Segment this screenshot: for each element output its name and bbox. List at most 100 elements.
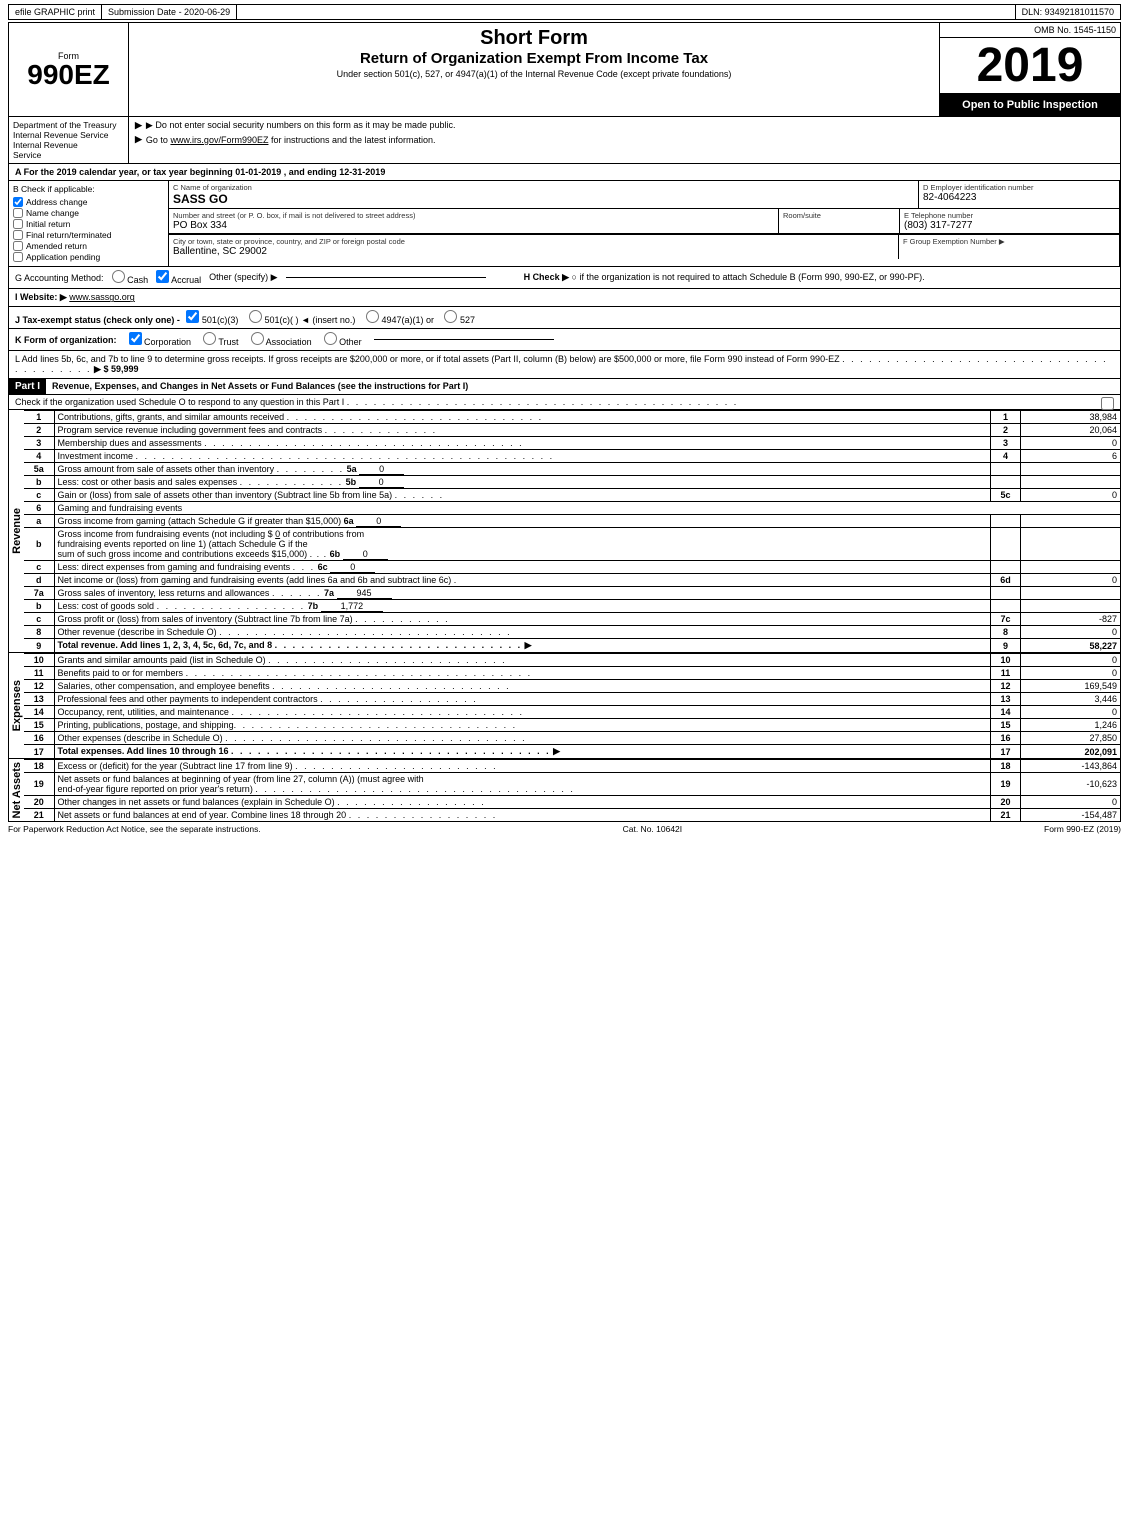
line-10-ref: 10: [991, 654, 1021, 667]
final-return-checkbox[interactable]: [13, 230, 23, 240]
line-5c-ref: 5c: [991, 489, 1021, 502]
line-7b-value: [1021, 600, 1121, 613]
line-15-value: 1,246: [1021, 719, 1121, 732]
line-11-desc: Benefits paid to or for members . . . . …: [54, 667, 991, 680]
line-4-desc: Investment income . . . . . . . . . . . …: [54, 450, 991, 463]
line-13-desc: Professional fees and other payments to …: [54, 693, 991, 706]
line-21-ref: 21: [991, 809, 1021, 822]
line-14-value: 0: [1021, 706, 1121, 719]
line-8-row: 8 Other revenue (describe in Schedule O)…: [24, 626, 1121, 639]
line-6d-num: d: [24, 574, 54, 587]
line-7c-value: -827: [1021, 613, 1121, 626]
address-change-label: Address change: [26, 197, 87, 207]
line-15-desc: Printing, publications, postage, and shi…: [54, 719, 991, 732]
instructions-row: Department of the Treasury Internal Reve…: [8, 117, 1121, 164]
line-6b-value: [1021, 528, 1121, 561]
revenue-section: Revenue 1 Contributions, gifts, grants, …: [8, 410, 1121, 653]
line-2-num: 2: [24, 424, 54, 437]
amended-return-item: Amended return: [13, 241, 164, 251]
line-6d-value: 0: [1021, 574, 1121, 587]
other-specify: Other (specify) ▶: [209, 272, 277, 283]
association-option: Association: [251, 332, 312, 347]
line-20-row: 20 Other changes in net assets or fund b…: [24, 796, 1121, 809]
tax-501c-radio[interactable]: [249, 310, 262, 323]
line-11-row: 11 Benefits paid to or for members . . .…: [24, 667, 1121, 680]
under-section: Under section 501(c), 527, or 4947(a)(1)…: [133, 69, 935, 79]
line-1-num: 1: [24, 411, 54, 424]
section-b-label: B Check if applicable:: [13, 184, 164, 194]
l-amount: $ 59,999: [103, 364, 138, 374]
line-3-num: 3: [24, 437, 54, 450]
line-8-desc: Other revenue (describe in Schedule O) .…: [54, 626, 991, 639]
other-radio[interactable]: [324, 332, 337, 345]
address-change-item: Address change: [13, 197, 164, 207]
e-label: E Telephone number: [904, 211, 1115, 220]
line-16-row: 16 Other expenses (describe in Schedule …: [24, 732, 1121, 745]
line-3-value: 0: [1021, 437, 1121, 450]
org-address-row: Number and street (or P. O. box, if mail…: [169, 209, 1119, 234]
footer-paperwork: For Paperwork Reduction Act Notice, see …: [8, 824, 261, 834]
line-10-desc: Grants and similar amounts paid (list in…: [54, 654, 991, 667]
line-9-value: 58,227: [1021, 639, 1121, 653]
line-11-value: 0: [1021, 667, 1121, 680]
year-box: 2019: [940, 38, 1120, 94]
line-16-num: 16: [24, 732, 54, 745]
website-row: I Website: ▶ www.sassgo.org: [8, 289, 1121, 307]
form-org-row: K Form of organization: Corporation Trus…: [8, 329, 1121, 351]
form-number-box: Form 990EZ: [9, 23, 129, 116]
line-12-value: 169,549: [1021, 680, 1121, 693]
association-radio[interactable]: [251, 332, 264, 345]
line-7a-row: 7a Gross sales of inventory, less return…: [24, 587, 1121, 600]
line-6b-row: b Gross income from fundraising events (…: [24, 528, 1121, 561]
org-info-top: C Name of organization SASS GO D Employe…: [169, 181, 1119, 209]
line-18-desc: Excess or (deficit) for the year (Subtra…: [54, 760, 991, 773]
line-6-num: 6: [24, 502, 54, 515]
address-change-checkbox[interactable]: [13, 197, 23, 207]
line-4-num: 4: [24, 450, 54, 463]
cash-option: Cash: [112, 270, 149, 285]
line-5b-row: b Less: cost or other basis and sales ex…: [24, 476, 1121, 489]
expenses-table: 10 Grants and similar amounts paid (list…: [24, 653, 1121, 759]
name-change-checkbox[interactable]: [13, 208, 23, 218]
omb-box: OMB No. 1545-1150: [940, 23, 1120, 38]
line-2-ref: 2: [991, 424, 1021, 437]
footer-formref: Form 990-EZ (2019): [1044, 824, 1121, 834]
line-1-row: 1 Contributions, gifts, grants, and simi…: [24, 411, 1121, 424]
line-12-num: 12: [24, 680, 54, 693]
section-a-text: A For the 2019 calendar year, or tax yea…: [15, 167, 385, 177]
line-19-desc: Net assets or fund balances at beginning…: [54, 773, 991, 796]
dept-line1: Department of the Treasury: [13, 120, 124, 130]
part-i-header-row: Part I Revenue, Expenses, and Changes in…: [8, 379, 1121, 395]
line-18-ref: 18: [991, 760, 1021, 773]
application-pending-checkbox[interactable]: [13, 252, 23, 262]
line-6b-desc: Gross income from fundraising events (no…: [54, 528, 991, 561]
initial-return-checkbox[interactable]: [13, 219, 23, 229]
trust-radio[interactable]: [203, 332, 216, 345]
line-2-value: 20,064: [1021, 424, 1121, 437]
line-1-ref: 1: [991, 411, 1021, 424]
line-6a-value: [1021, 515, 1121, 528]
line-12-row: 12 Salaries, other compensation, and emp…: [24, 680, 1121, 693]
line-21-row: 21 Net assets or fund balances at end of…: [24, 809, 1121, 822]
name-change-label: Name change: [26, 208, 79, 218]
line-11-num: 11: [24, 667, 54, 680]
schedule-o-checkbox[interactable]: [1101, 397, 1114, 410]
other-input: [374, 339, 554, 340]
net-assets-side-label: Net Assets: [8, 759, 24, 822]
accrual-checkbox[interactable]: [156, 270, 169, 283]
address-box: Number and street (or P. O. box, if mail…: [169, 209, 779, 233]
line-7c-num: c: [24, 613, 54, 626]
room-box: Room/suite: [779, 209, 899, 233]
corporation-checkbox[interactable]: [129, 332, 142, 345]
tax-527-radio[interactable]: [444, 310, 457, 323]
tax-501c3-checkbox[interactable]: [186, 310, 199, 323]
efile-label: efile GRAPHIC print: [9, 5, 102, 19]
corporation-option: Corporation: [129, 332, 192, 347]
line-15-ref: 15: [991, 719, 1021, 732]
amended-return-checkbox[interactable]: [13, 241, 23, 251]
tax-4947-radio[interactable]: [366, 310, 379, 323]
line-8-value: 0: [1021, 626, 1121, 639]
tax-527: 527: [444, 315, 475, 325]
right-header: OMB No. 1545-1150 2019 Open to Public In…: [940, 23, 1120, 116]
cash-radio[interactable]: [112, 270, 125, 283]
